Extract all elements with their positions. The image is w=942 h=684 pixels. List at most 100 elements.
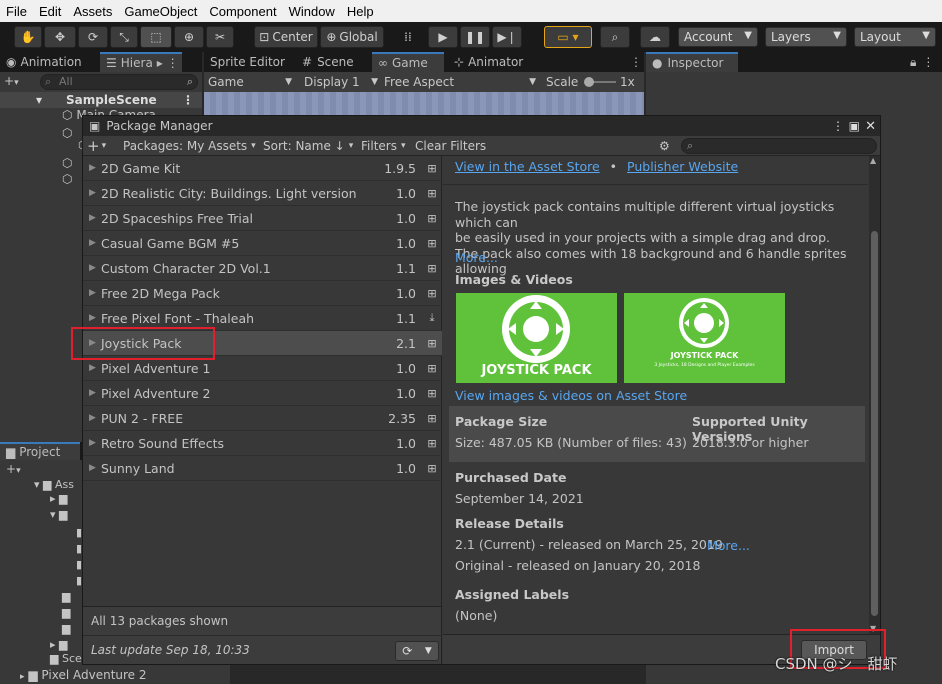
search-icon: ⌕: [687, 139, 694, 152]
project-folder-scenes[interactable]: ▆ Sce: [50, 652, 82, 665]
list-item[interactable]: ▶ 2D Spaceships Free Trial 1.0 ⊞: [83, 206, 442, 231]
release-more-link[interactable]: More...: [707, 538, 750, 553]
game-mode-dropdown[interactable]: Game ▼: [204, 72, 296, 92]
list-item[interactable]: ▶ Free 2D Mega Pack 1.0 ⊞: [83, 281, 442, 306]
package-thumbnail[interactable]: JOYSTICK PACK 3 Joysticks, 18 Designs an…: [624, 293, 785, 383]
tab-project[interactable]: ▆ Project: [0, 442, 80, 460]
chevron-down-icon: ▾: [101, 141, 107, 151]
scene-root-row[interactable]: ▾ SampleScene ⋮: [0, 92, 202, 108]
import-icon: ⊞: [427, 261, 437, 275]
detail-scrollbar[interactable]: ▲ ▼: [869, 156, 880, 634]
list-item[interactable]: ▶ Custom Character 2D Vol.1 1.1 ⊞: [83, 256, 442, 281]
menu-file[interactable]: File: [0, 4, 33, 19]
tab-hierarchy-label: Hiera: [120, 56, 153, 70]
import-icon: ⊞: [427, 411, 437, 425]
cube-icon: ⬡: [62, 156, 73, 170]
inspector-tab-controls[interactable]: 🔒︎ ⋮: [904, 52, 940, 72]
package-search-input[interactable]: ⌕: [681, 138, 877, 154]
publisher-website-link[interactable]: Publisher Website: [627, 159, 738, 174]
list-item[interactable]: ▶ 2D Realistic City: Buildings. Light ver…: [83, 181, 442, 206]
hash-icon: #: [302, 55, 313, 69]
tab-animator[interactable]: ⊹ Animator: [448, 52, 548, 72]
view-images-link[interactable]: View images & videos on Asset Store: [455, 388, 687, 403]
list-item[interactable]: ▶ 2D Game Kit 1.9.5 ⊞: [83, 156, 442, 181]
filter-icon: ⌕: [186, 75, 193, 88]
tab-animation[interactable]: ◉ Animation: [0, 52, 100, 72]
packages-dropdown[interactable]: Packages: My Assets ▾: [123, 136, 259, 156]
rect-tool-button[interactable]: ⬚: [140, 26, 172, 48]
sort-dropdown-label: Sort: Name ↓: [263, 139, 345, 153]
account-label: Account: [684, 30, 733, 44]
refresh-button[interactable]: ⟳ ▼: [395, 641, 439, 661]
custom-tool-button[interactable]: ✂: [206, 26, 234, 48]
folder-icon: ▆: [6, 445, 16, 459]
folder-icon: ▸ ▆: [50, 638, 68, 651]
scrollbar-thumb[interactable]: [871, 231, 878, 616]
pause-button[interactable]: ❚❚: [460, 26, 490, 48]
hierarchy-search-input[interactable]: ⌕ All ⌕: [40, 74, 198, 90]
menu-edit[interactable]: Edit: [33, 4, 67, 19]
scroll-up-icon: ▲: [870, 156, 877, 165]
package-thumbnail[interactable]: JOYSTICK PACK: [456, 293, 617, 383]
snap-button[interactable]: ⁞⁞: [396, 26, 420, 48]
package-name: PUN 2 - FREE: [101, 410, 184, 426]
move-tool-button[interactable]: ✥: [44, 26, 76, 48]
hand-tool-button[interactable]: ✋: [14, 26, 42, 48]
menu-component[interactable]: Component: [203, 4, 282, 19]
kebab-icon: ⋮: [922, 55, 935, 69]
step-button[interactable]: ▶❘: [492, 26, 522, 48]
cloud-button[interactable]: ☁: [640, 26, 670, 48]
tab-game[interactable]: ∞ Game: [372, 52, 444, 72]
chevron-down-icon: ▾: [16, 466, 21, 476]
clear-filters-button[interactable]: Clear Filters: [415, 136, 489, 156]
menu-window[interactable]: Window: [283, 4, 341, 19]
project-folder-assets[interactable]: ▾ ▆ Ass: [34, 478, 74, 491]
view-asset-store-link[interactable]: View in the Asset Store: [455, 159, 600, 174]
package-name: Pixel Adventure 1: [101, 360, 211, 376]
collab-button[interactable]: ▭ ▾: [544, 26, 592, 48]
kebab-icon[interactable]: ⋮: [832, 119, 844, 133]
account-dropdown[interactable]: Account ▼: [678, 27, 758, 47]
add-package-button[interactable]: + ▾: [87, 136, 119, 156]
maximize-icon[interactable]: ▣: [849, 119, 860, 133]
thumbnail-caption: JOYSTICK PACK: [481, 363, 592, 378]
description-more-link[interactable]: More...: [455, 250, 498, 265]
list-item[interactable]: ▶ Pixel Adventure 2 1.0 ⊞: [83, 381, 442, 406]
list-item[interactable]: ▶ Retro Sound Effects 1.0 ⊞: [83, 431, 442, 456]
layout-dropdown[interactable]: Layout ▼: [854, 27, 936, 47]
menu-assets[interactable]: Assets: [67, 4, 118, 19]
menu-help[interactable]: Help: [341, 4, 380, 19]
plus-icon: +: [87, 137, 100, 155]
layers-dropdown[interactable]: Layers ▼: [765, 27, 847, 47]
list-item[interactable]: ▶ Casual Game BGM #5 1.0 ⊞: [83, 231, 442, 256]
display-dropdown[interactable]: Display 1 ▼: [300, 72, 378, 92]
aspect-dropdown[interactable]: Free Aspect ▼: [380, 72, 540, 92]
pivot-center-button[interactable]: ⊡ Center: [254, 26, 318, 48]
gamepad-icon: ∞: [378, 56, 388, 70]
menu-gameobject[interactable]: GameObject: [118, 4, 203, 19]
center-tab-menu[interactable]: ⋮: [624, 52, 642, 72]
close-icon[interactable]: ✕: [865, 119, 876, 134]
tab-inspector[interactable]: ● Inspector: [646, 52, 738, 72]
play-button[interactable]: ▶: [428, 26, 458, 48]
list-item[interactable]: ▶ Sunny Land 1.0 ⊞: [83, 456, 442, 481]
list-item[interactable]: ▶ PUN 2 - FREE 2.35 ⊞: [83, 406, 442, 431]
tab-hierarchy[interactable]: ☰ Hiera ▸ ⋮: [100, 52, 182, 72]
create-button[interactable]: +▾: [4, 74, 34, 90]
settings-button[interactable]: ⚙: [659, 136, 675, 156]
tab-sprite-editor[interactable]: Sprite Editor: [204, 52, 294, 72]
search-button[interactable]: ⌕: [600, 26, 630, 48]
pivot-global-button[interactable]: ⊕ Global: [320, 26, 384, 48]
tab-scene[interactable]: # Scene: [296, 52, 370, 72]
sort-dropdown[interactable]: Sort: Name ↓ ▾: [263, 136, 359, 156]
project-folder-pixel-adventure-2[interactable]: ▸ ▆ Pixel Adventure 2: [20, 668, 147, 682]
chevron-down-icon: ▼: [285, 77, 292, 87]
scale-tool-button[interactable]: ⤡: [110, 26, 138, 48]
watermark: CSDN @シ 甜虾: [775, 655, 898, 673]
transform-tool-button[interactable]: ⊕: [174, 26, 204, 48]
filters-dropdown[interactable]: Filters ▾: [361, 136, 411, 156]
project-create-button[interactable]: +▾: [6, 462, 21, 476]
scale-slider-handle[interactable]: [584, 77, 594, 87]
package-manager-toolbar: + ▾ Packages: My Assets ▾ Sort: Name ↓ ▾ Fi…: [83, 136, 880, 156]
rotate-tool-button[interactable]: ⟳: [78, 26, 108, 48]
